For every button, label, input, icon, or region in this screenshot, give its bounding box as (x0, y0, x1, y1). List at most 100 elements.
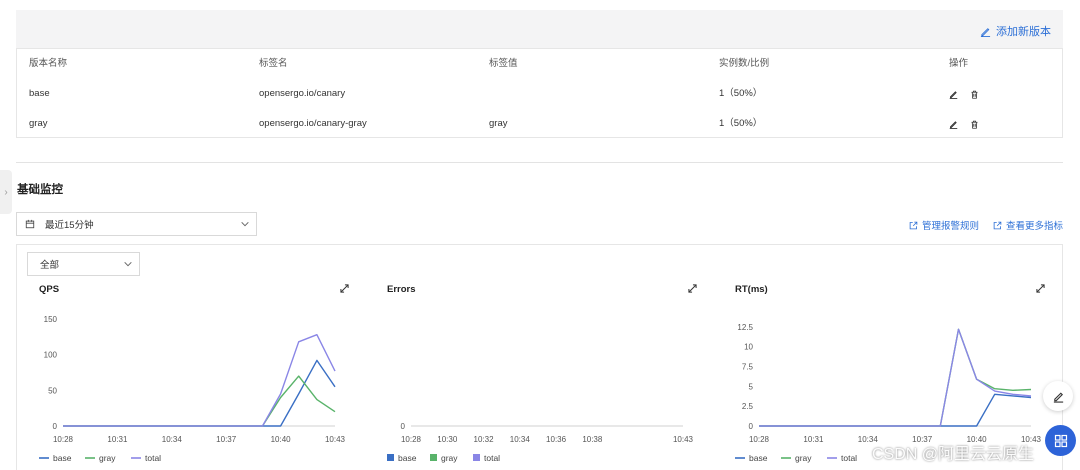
x-tick-label: 10:31 (803, 435, 824, 444)
y-tick-label: 10 (744, 343, 753, 352)
watermark: CSDN @阿里云云原生 (872, 446, 1035, 463)
x-tick-label: 10:38 (582, 435, 603, 444)
x-tick-label: 10:32 (474, 435, 495, 444)
delete-icon[interactable] (970, 120, 979, 129)
table-row: gray opensergo.io/canary-gray gray 1（50%… (17, 109, 1062, 139)
legend-swatch (387, 454, 394, 461)
legend-label: gray (441, 453, 458, 463)
section-title: 基础监控 (17, 184, 63, 196)
scope-select[interactable]: 全部 (27, 252, 140, 276)
instance-count: 1（50%） (719, 118, 763, 129)
add-version-link[interactable]: 添加新版本 (980, 23, 1051, 39)
label-value: gray (489, 118, 508, 129)
x-tick-label: 10:40 (271, 435, 292, 444)
monitor-links: 管理报警规则 查看更多指标 (909, 218, 1063, 232)
label-name: opensergo.io/canary (259, 88, 346, 99)
row-actions (949, 109, 979, 139)
legend-swatch (430, 454, 437, 461)
x-tick-label: 10:31 (107, 435, 128, 444)
version-name: gray (29, 118, 48, 129)
y-tick-label: 0 (749, 422, 754, 431)
column-header: 标签名 (259, 58, 288, 69)
chart-title: RT(ms) (735, 284, 768, 295)
edit-icon (980, 27, 991, 37)
y-tick-label: 100 (44, 351, 58, 360)
row-actions (949, 79, 979, 109)
instance-count: 1（50%） (719, 88, 763, 99)
y-tick-label: 50 (48, 386, 57, 395)
expand-icon[interactable] (340, 284, 349, 293)
legend-swatch (473, 454, 480, 461)
x-tick-label: 10:36 (546, 435, 567, 444)
apps-float-button[interactable] (1045, 425, 1076, 456)
scope-value: 全部 (40, 260, 60, 271)
add-version-label: 添加新版本 (996, 26, 1051, 38)
column-header: 操作 (949, 58, 969, 69)
manage-alerts-label: 管理报警规则 (921, 221, 979, 232)
chevron-right-icon: › (4, 186, 8, 198)
table-row: base opensergo.io/canary 1（50%） (17, 79, 1062, 109)
x-tick-label: 10:43 (673, 435, 694, 444)
x-tick-label: 10:37 (216, 435, 237, 444)
column-header: 实例数/比例 (719, 58, 770, 69)
version-name: base (29, 88, 50, 99)
legend-label: base (749, 453, 768, 463)
chart-title: QPS (39, 284, 60, 295)
legend-label: gray (795, 453, 812, 463)
section-divider (16, 162, 1063, 163)
legend-label: base (398, 453, 417, 463)
expand-icon[interactable] (688, 284, 697, 293)
errors-chart: 0 10:28 10:30 10:32 10:34 10:36 10:38 10:43 base… (377, 281, 701, 470)
x-tick-label: 10:43 (325, 435, 346, 444)
x-tick-label: 10:28 (53, 435, 74, 444)
qps-chart: 0 50 100 150 10:28 10:31 10:34 10:37 10:40 10:43 b… (29, 281, 353, 470)
grid-icon (1054, 434, 1067, 447)
y-tick-label: 2.5 (742, 402, 754, 411)
x-tick-label: 10:30 (437, 435, 458, 444)
chevron-down-icon (241, 221, 249, 227)
edit-float-button[interactable] (1043, 381, 1073, 411)
label-name: opensergo.io/canary-gray (259, 118, 367, 129)
external-link-icon (909, 221, 918, 229)
chart-canvas: 0 10:28 10:30 10:32 10:34 10:36 10:38 10:43 base… (387, 422, 694, 463)
external-link-icon (993, 221, 1002, 229)
time-range-select[interactable]: 最近15分钟 (16, 212, 257, 236)
legend-label: total (484, 453, 500, 463)
column-header: 标签值 (489, 58, 518, 69)
edit-icon[interactable] (949, 90, 958, 99)
chevron-down-icon (124, 261, 132, 267)
legend-label: total (841, 453, 857, 463)
sidebar-expand-handle[interactable]: › (0, 170, 12, 214)
more-metrics-label: 查看更多指标 (1005, 221, 1063, 232)
y-tick-label: 150 (44, 315, 58, 324)
x-tick-label: 10:28 (749, 435, 770, 444)
x-tick-label: 10:28 (401, 435, 422, 444)
version-list: 添加新版本 版本名称 标签名 标签值 实例数/比例 操作 base opense… (16, 10, 1063, 138)
chart-canvas: 0 50 100 150 10:28 10:31 10:34 10:37 10:40 10:43 b… (39, 315, 346, 463)
legend-label: total (145, 453, 161, 463)
delete-icon[interactable] (970, 90, 979, 99)
version-table: 版本名称 标签名 标签值 实例数/比例 操作 base opensergo.io… (16, 48, 1063, 138)
legend-label: gray (99, 453, 116, 463)
y-tick-label: 0 (53, 422, 58, 431)
time-range-value: 最近15分钟 (45, 220, 94, 231)
series-line-gray (759, 328, 1032, 427)
edit-icon (1053, 391, 1063, 403)
chart-title: Errors (387, 284, 416, 295)
y-tick-label: 12.5 (737, 323, 753, 332)
y-tick-label: 0 (401, 422, 406, 431)
y-tick-label: 7.5 (742, 363, 754, 372)
calendar-icon (25, 219, 35, 229)
x-tick-label: 10:34 (162, 435, 183, 444)
more-metrics-link[interactable]: 查看更多指标 (993, 218, 1063, 232)
legend-label: base (53, 453, 72, 463)
version-toolbar: 添加新版本 (16, 10, 1063, 48)
edit-icon[interactable] (949, 120, 958, 129)
manage-alerts-link[interactable]: 管理报警规则 (909, 218, 979, 232)
y-tick-label: 5 (749, 382, 754, 391)
monitor-panel: 全部 0 50 100 150 10:28 10:31 10:34 10:37 10:40 10:… (16, 244, 1063, 470)
expand-icon[interactable] (1036, 284, 1045, 293)
column-header: 版本名称 (29, 58, 68, 69)
series-line-base (759, 393, 1032, 427)
series-line-base (63, 359, 336, 427)
